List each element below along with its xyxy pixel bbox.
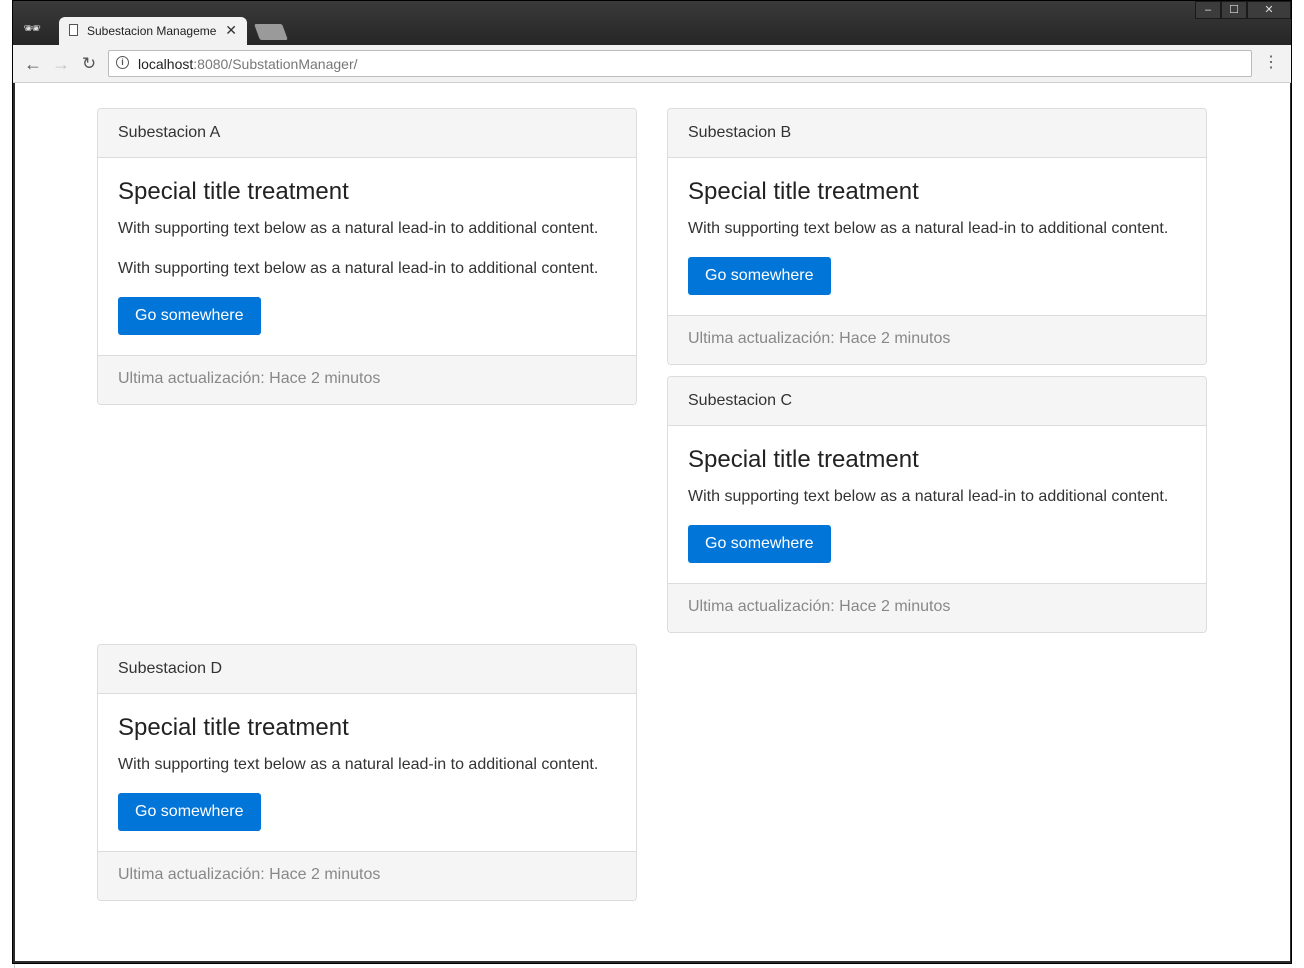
minimize-icon[interactable]: ‒ [1195,1,1221,19]
kebab-menu-icon[interactable]: ⋮ [1263,54,1279,72]
browser-toolbar: ← → ↻ i localhost:8080/SubstationManager… [13,45,1291,83]
card-title: Special title treatment [688,178,919,205]
url-text: localhost:8080/SubstationManager/ [138,56,358,72]
info-icon[interactable]: i [116,56,129,69]
substation-card-c: Subestacion C Special title treatment Wi… [667,376,1207,633]
card-text: With supporting text below as a natural … [118,220,599,237]
card-header: Subestacion D [98,645,636,694]
window-close-icon[interactable]: ✕ [1247,1,1291,19]
card-title: Special title treatment [118,178,349,205]
page-icon [69,24,78,36]
incognito-icon: 🕶 [23,20,41,36]
new-tab-button[interactable] [254,24,288,40]
card-header: Subestacion B [668,109,1206,158]
card-title: Special title treatment [118,714,349,741]
close-icon[interactable]: ✕ [225,22,237,39]
tab-title: Subestacion Managemen [87,24,217,38]
go-somewhere-button[interactable]: Go somewhere [118,297,261,335]
card-footer: Ultima actualización: Hace 2 minutos [668,583,1206,632]
browser-tab[interactable]: Subestacion Managemen ✕ [59,17,247,45]
card-text: With supporting text below as a natural … [688,488,1169,505]
card-footer: Ultima actualización: Hace 2 minutos [98,851,636,900]
card-header: Subestacion C [668,377,1206,426]
browser-window: 🕶 Subestacion Managemen ✕ ‒ ☐ ✕ ← → ↻ i … [12,0,1292,964]
go-somewhere-button[interactable]: Go somewhere [118,793,261,831]
substation-card-b: Subestacion B Special title treatment Wi… [667,108,1207,365]
card-body: Special title treatment With supporting … [98,158,636,355]
card-body: Special title treatment With supporting … [98,694,636,851]
reload-icon[interactable]: ↻ [78,53,100,75]
card-text: With supporting text below as a natural … [688,220,1169,237]
card-footer: Ultima actualización: Hace 2 minutos [668,315,1206,364]
substation-card-a: Subestacion A Special title treatment Wi… [97,108,637,405]
go-somewhere-button[interactable]: Go somewhere [688,525,831,563]
card-header: Subestacion A [98,109,636,158]
back-arrow-icon[interactable]: ← [22,53,44,75]
card-body: Special title treatment With supporting … [668,426,1206,583]
browser-titlebar: 🕶 Subestacion Managemen ✕ ‒ ☐ ✕ [13,1,1291,45]
go-somewhere-button[interactable]: Go somewhere [688,257,831,295]
address-bar[interactable]: i localhost:8080/SubstationManager/ [108,50,1252,77]
card-text: With supporting text below as a natural … [118,260,599,277]
page-viewport: Subestacion A Special title treatment Wi… [15,83,1290,961]
forward-arrow-icon[interactable]: → [50,53,72,75]
substation-card-d: Subestacion D Special title treatment Wi… [97,644,637,901]
card-title: Special title treatment [688,446,919,473]
maximize-icon[interactable]: ☐ [1221,1,1247,19]
card-body: Special title treatment With supporting … [668,158,1206,315]
card-footer: Ultima actualización: Hace 2 minutos [98,355,636,404]
card-text: With supporting text below as a natural … [118,756,599,773]
